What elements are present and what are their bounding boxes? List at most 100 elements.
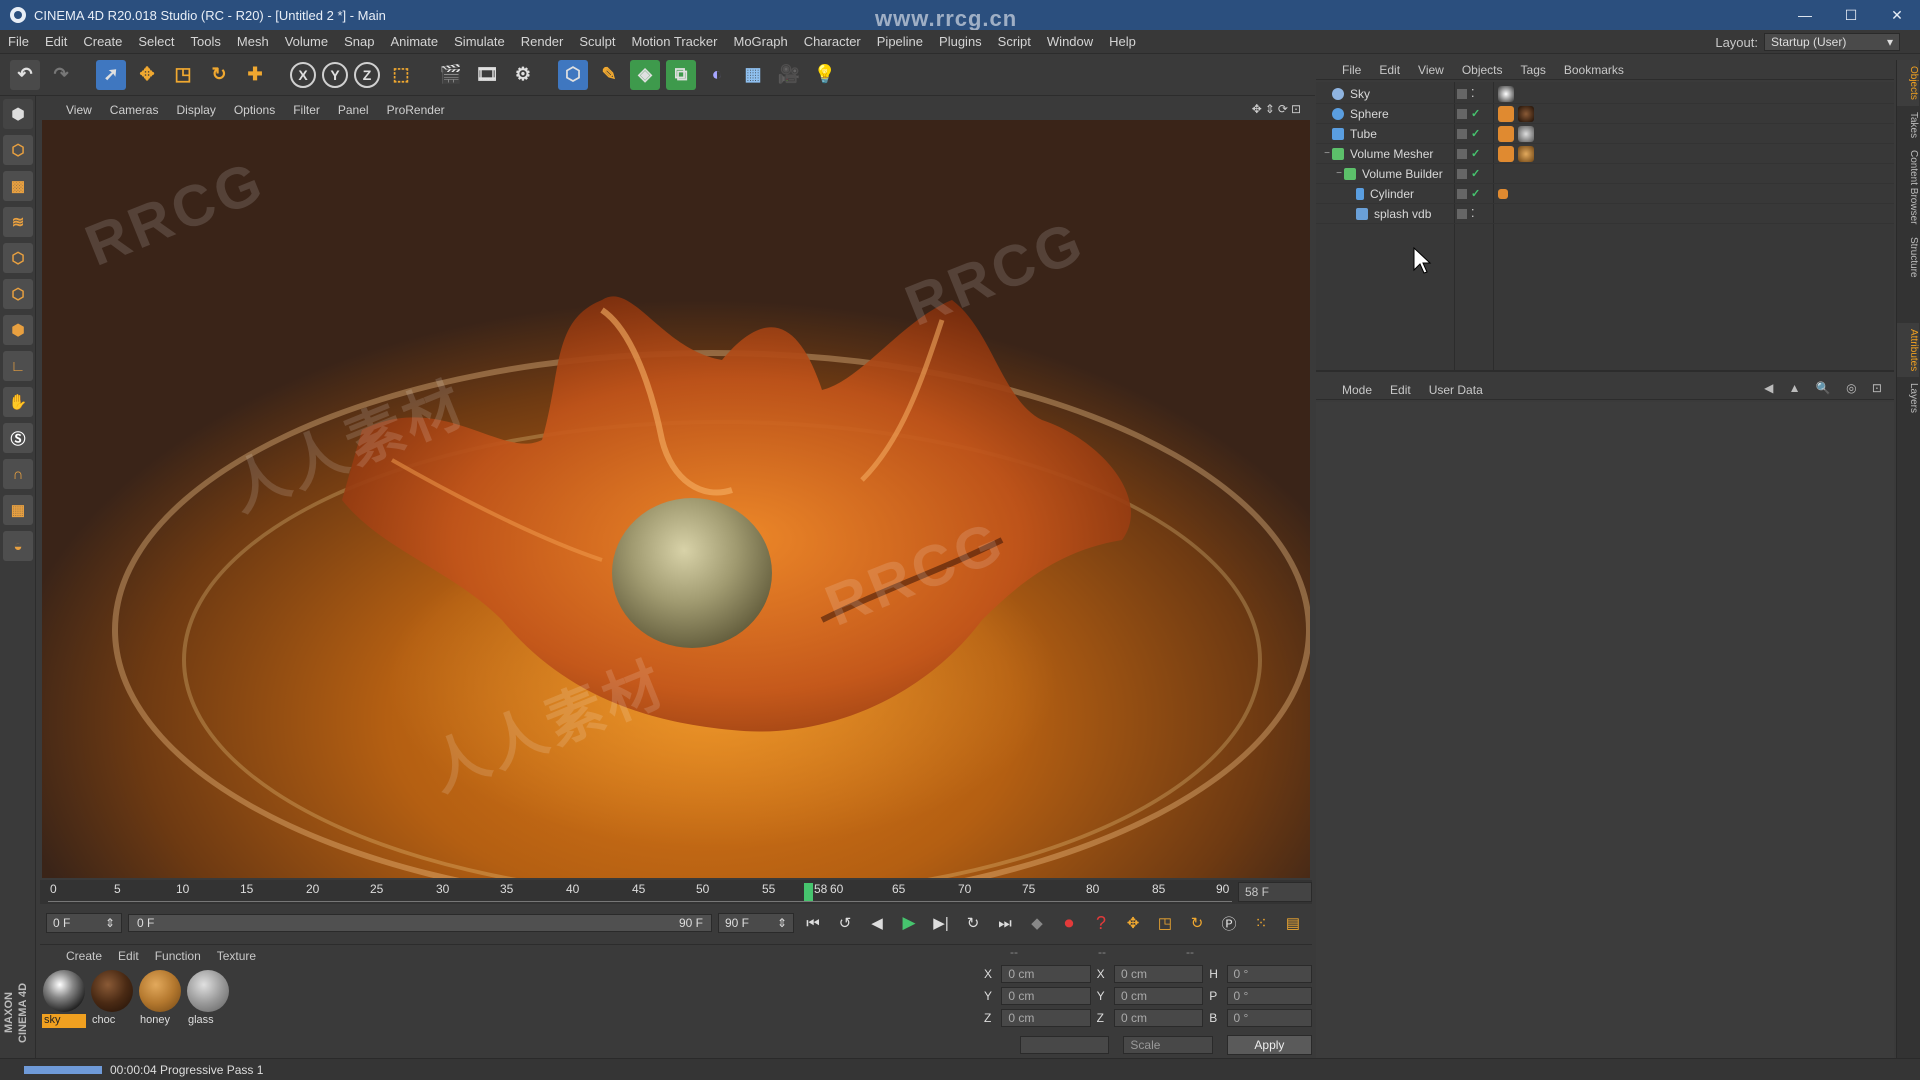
menu-script[interactable]: Script	[990, 34, 1039, 49]
render-settings-icon[interactable]: ⚙	[508, 60, 538, 90]
visibility-toggle[interactable]	[1457, 148, 1467, 159]
object-row-splash-vdb[interactable]: splash vdb ⁚	[1316, 204, 1894, 224]
key-parameter-icon[interactable]: Ⓟ	[1216, 910, 1242, 936]
size-y-field[interactable]: 0 cm	[1113, 987, 1204, 1005]
rotate-icon[interactable]: ↻	[204, 60, 234, 90]
tree-expander[interactable]: −	[1334, 168, 1344, 179]
key-position-icon[interactable]: ✥	[1120, 910, 1146, 936]
menu-edit[interactable]: Edit	[37, 34, 75, 49]
size-z-field[interactable]: 0 cm	[1113, 1009, 1204, 1027]
key-point-level-icon[interactable]: ⁙	[1248, 910, 1274, 936]
rs-tag[interactable]	[1498, 125, 1514, 142]
cube-icon[interactable]: ⬡	[558, 59, 588, 90]
object-menu-objects[interactable]: Objects	[1462, 63, 1503, 77]
visibility-toggle[interactable]	[1457, 168, 1467, 179]
texture-mode-icon[interactable]: ▩	[3, 171, 33, 201]
timeline-ruler[interactable]: 0 5 10 15 20 25 30 35 40 45 50 55 58 60 …	[40, 880, 1312, 904]
undo-icon[interactable]: ↶	[10, 59, 40, 90]
size-x-field[interactable]: 0 cm	[1113, 965, 1204, 983]
enabled-check-icon[interactable]: ✓	[1471, 187, 1480, 200]
rotation-b-field[interactable]: 0 °	[1226, 1009, 1312, 1027]
tab-takes[interactable]: Takes	[1897, 106, 1919, 144]
redo-icon[interactable]: ↷	[46, 60, 76, 90]
magnet-icon[interactable]: ∩	[3, 459, 33, 489]
scale-icon[interactable]: ◳	[168, 60, 198, 90]
object-row-tube[interactable]: Tube ✓	[1316, 124, 1894, 144]
material-menu-function[interactable]: Function	[155, 949, 201, 963]
workplane-icon[interactable]: ≋	[3, 207, 33, 237]
y-axis-icon[interactable]: Y	[322, 61, 348, 88]
current-frame-field[interactable]: 58 F	[1238, 882, 1312, 902]
dots-icon[interactable]: ⁚	[1471, 207, 1475, 220]
menu-motion-tracker[interactable]: Motion Tracker	[624, 34, 726, 49]
subdivision-icon[interactable]: ◈	[630, 59, 660, 90]
object-menu-view[interactable]: View	[1418, 63, 1444, 77]
attribute-nav-icons[interactable]: ◀ ▲ 🔍 ◎ ⊡	[1764, 381, 1888, 395]
menu-plugins[interactable]: Plugins	[931, 34, 990, 49]
rs-tag[interactable]	[1498, 188, 1508, 199]
viewport-menu-prorender[interactable]: ProRender	[387, 103, 445, 117]
material-tag[interactable]	[1518, 105, 1534, 122]
rs-tag[interactable]	[1498, 145, 1514, 162]
object-row-sky[interactable]: Sky ⁚	[1316, 84, 1894, 104]
visibility-toggle[interactable]	[1457, 208, 1467, 219]
visibility-toggle[interactable]	[1457, 188, 1467, 199]
select-icon[interactable]: ➚	[96, 59, 126, 90]
visibility-toggle[interactable]	[1457, 108, 1467, 119]
material-tag[interactable]	[1518, 125, 1534, 142]
maximize-button[interactable]: ☐	[1828, 0, 1874, 30]
visibility-toggle[interactable]	[1457, 88, 1467, 99]
coordinate-system-icon[interactable]: ⬚	[386, 60, 416, 90]
tab-objects[interactable]: Objects	[1897, 60, 1919, 106]
key-rotation-icon[interactable]: ↻	[1184, 910, 1210, 936]
dots-icon[interactable]: ⁚	[1471, 87, 1475, 100]
viewport-navigation-icons[interactable]: ✥⇕⟳⊡	[1252, 102, 1304, 116]
material-menu-texture[interactable]: Texture	[217, 949, 256, 963]
polygons-mode-icon[interactable]: ⬢	[3, 315, 33, 345]
deformer-icon[interactable]: ◐	[702, 60, 732, 90]
menu-render[interactable]: Render	[513, 34, 572, 49]
z-axis-icon[interactable]: Z	[354, 61, 380, 88]
attribute-menu-edit[interactable]: Edit	[1390, 383, 1411, 397]
tab-structure[interactable]: Structure	[1897, 231, 1919, 284]
object-row-cylinder[interactable]: Cylinder ✓	[1316, 184, 1894, 204]
key-scale-icon[interactable]: ◳	[1152, 910, 1178, 936]
attribute-menu-user-data[interactable]: User Data	[1429, 383, 1483, 397]
edges-mode-icon[interactable]: ⬡	[3, 279, 33, 309]
apply-button[interactable]: Apply	[1226, 1035, 1312, 1055]
workplane-lock-icon[interactable]: ▦	[3, 495, 33, 525]
enabled-check-icon[interactable]: ✓	[1471, 147, 1480, 160]
menu-pipeline[interactable]: Pipeline	[869, 34, 931, 49]
menu-file[interactable]: File	[0, 34, 37, 49]
material-menu-edit[interactable]: Edit	[118, 949, 139, 963]
viewport-render[interactable]: RRCG RRCG 人人素材 RRCG 人人素材	[42, 120, 1310, 878]
rotation-h-field[interactable]: 0 °	[1226, 965, 1312, 983]
play-icon[interactable]: ▶	[896, 910, 922, 936]
menu-sculpt[interactable]: Sculpt	[571, 34, 623, 49]
next-key-icon[interactable]: ↻	[960, 910, 986, 936]
object-menu-edit[interactable]: Edit	[1379, 63, 1400, 77]
material-sky[interactable]: sky	[42, 970, 86, 1058]
position-x-field[interactable]: 0 cm	[1001, 965, 1091, 983]
enabled-check-icon[interactable]: ✓	[1471, 107, 1480, 120]
record-icon[interactable]: ⏺	[1056, 910, 1082, 936]
menu-character[interactable]: Character	[796, 34, 869, 49]
timeline-window-icon[interactable]: ▤	[1280, 910, 1306, 936]
viewport-menu-options[interactable]: Options	[234, 103, 275, 117]
snap-icon[interactable]: Ⓢ	[3, 423, 33, 453]
array-icon[interactable]: ⧉	[666, 59, 696, 90]
model-mode-icon[interactable]: ⬡	[3, 135, 33, 165]
camera-icon[interactable]: 🎥	[774, 60, 804, 90]
material-glass[interactable]: glass	[186, 970, 230, 1058]
object-row-volume-builder[interactable]: − Volume Builder ✓	[1316, 164, 1894, 184]
menu-volume[interactable]: Volume	[277, 34, 336, 49]
viewport-menu-display[interactable]: Display	[176, 103, 215, 117]
go-to-end-icon[interactable]: ⏭	[992, 910, 1018, 936]
viewport-menu-view[interactable]: View	[66, 103, 92, 117]
menu-animate[interactable]: Animate	[382, 34, 446, 49]
start-frame-field[interactable]: 0 F ⇕	[46, 913, 122, 933]
previous-frame-icon[interactable]: ◀	[864, 910, 890, 936]
render-view-icon[interactable]: 🎬	[436, 60, 466, 90]
viewport-menu-filter[interactable]: Filter	[293, 103, 320, 117]
rotation-p-field[interactable]: 0 °	[1226, 987, 1312, 1005]
